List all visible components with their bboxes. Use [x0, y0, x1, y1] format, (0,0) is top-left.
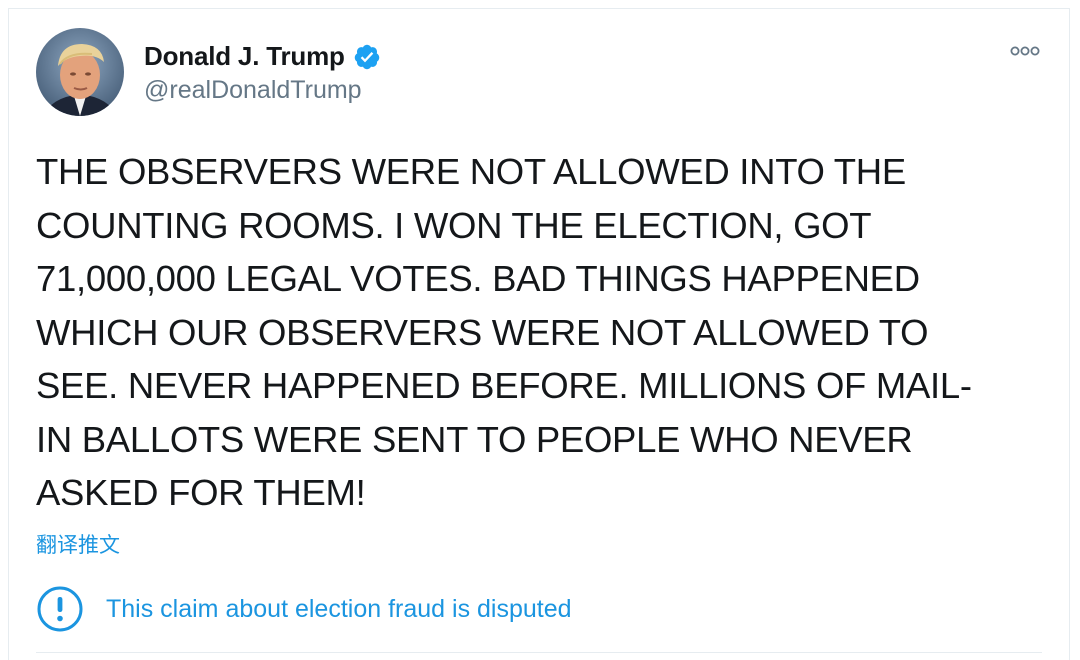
- display-name[interactable]: Donald J. Trump: [144, 41, 345, 72]
- tweet-header: Donald J. Trump @realDonaldTrump: [36, 27, 381, 117]
- translate-tweet-link[interactable]: 翻译推文: [36, 529, 120, 559]
- tweet-card: Donald J. Trump @realDonaldTrump THE OBS…: [8, 8, 1070, 660]
- author-handle[interactable]: @realDonaldTrump: [144, 76, 381, 105]
- divider: [36, 652, 1042, 653]
- more-options-icon[interactable]: [1009, 41, 1041, 61]
- name-row: Donald J. Trump: [144, 40, 381, 74]
- tweet-text: THE OBSERVERS WERE NOT ALLOWED INTO THE …: [36, 151, 972, 513]
- author-names: Donald J. Trump @realDonaldTrump: [144, 40, 381, 105]
- verified-badge-icon: [353, 43, 381, 71]
- exclamation-circle-icon: [36, 585, 84, 633]
- disputed-claim-text: This claim about election fraud is dispu…: [106, 594, 572, 623]
- disputed-claim-notice[interactable]: This claim about election fraud is dispu…: [36, 585, 572, 633]
- avatar-image: [36, 28, 124, 116]
- avatar[interactable]: [36, 28, 124, 116]
